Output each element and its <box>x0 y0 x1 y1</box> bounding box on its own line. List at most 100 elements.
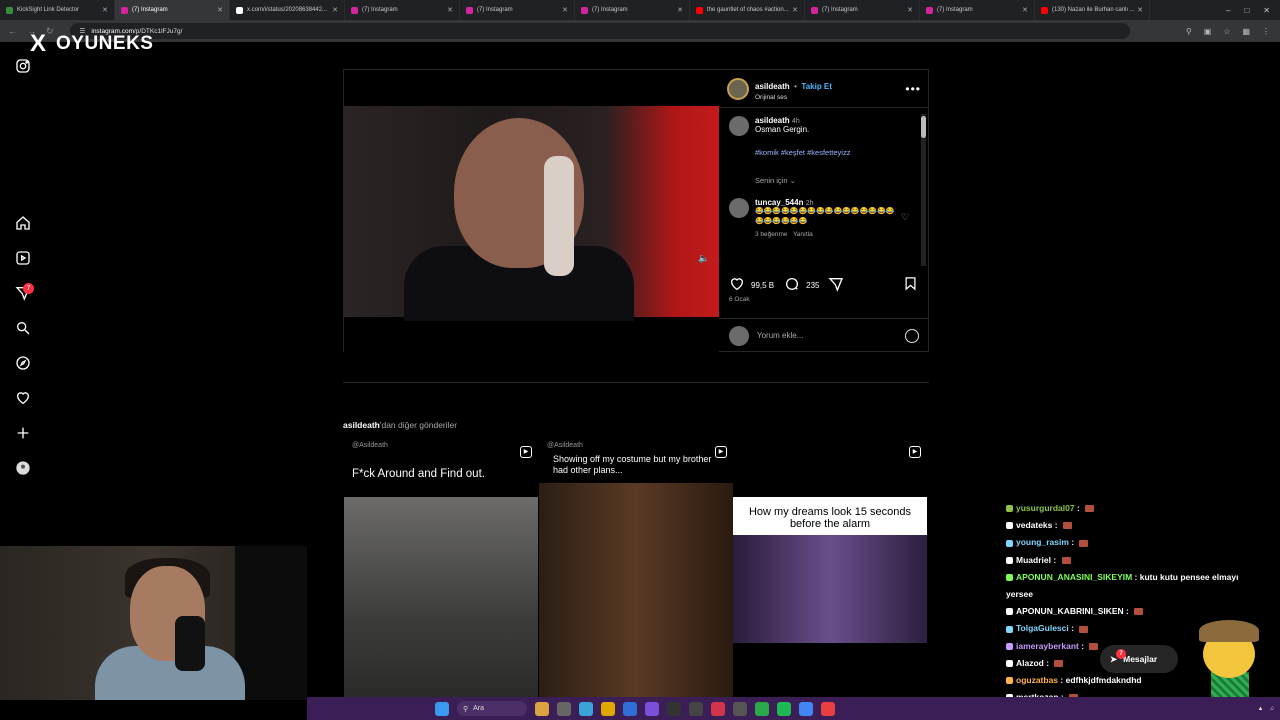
create-plus-icon[interactable] <box>13 423 33 443</box>
taskbar-app-icon[interactable] <box>535 701 549 716</box>
emoji-icon[interactable] <box>905 328 919 343</box>
like-icon[interactable] <box>729 276 745 294</box>
taskbar-app-icon[interactable] <box>755 701 769 716</box>
heart-icon[interactable] <box>13 388 33 408</box>
extensions-icon[interactable]: ▦ <box>1242 27 1250 36</box>
tab-close-icon[interactable]: ✕ <box>217 6 223 14</box>
taskbar-app-icon[interactable] <box>579 701 593 716</box>
home-icon[interactable] <box>13 213 33 233</box>
more-posts-user[interactable]: asildeath <box>343 420 380 430</box>
browser-tab[interactable]: (7) Instagram ✕ <box>115 0 230 20</box>
system-tray[interactable]: ▲ ♫ <box>1258 706 1280 712</box>
chrome-icon[interactable] <box>799 701 813 716</box>
chat-username[interactable]: Muadriel <box>1016 555 1051 565</box>
taskbar-app-icon[interactable] <box>689 701 703 716</box>
taskbar-app-icon[interactable] <box>733 701 747 716</box>
browser-tab[interactable]: (7) Instagram ✕ <box>920 0 1035 20</box>
browser-tab[interactable]: x.com/i/status/20208638442... ✕ <box>230 0 345 20</box>
comment-user[interactable]: tuncay_544n <box>755 198 803 207</box>
taskbar-app-icon[interactable] <box>645 701 659 716</box>
taskbar-app-icon[interactable] <box>623 701 637 716</box>
taskbar-search[interactable]: ⚲ Ara <box>457 701 527 716</box>
comment-count[interactable]: 235 <box>806 281 819 290</box>
save-bookmark-icon[interactable] <box>903 276 918 296</box>
more-post-thumbnail-2[interactable]: @Asildeath Showing off my costume but my… <box>539 440 733 700</box>
reels-icon[interactable] <box>13 248 33 268</box>
browser-tab[interactable]: KickSight Link Detector ✕ <box>0 0 115 20</box>
search-icon[interactable] <box>13 318 33 338</box>
tab-close-icon[interactable]: ✕ <box>907 6 913 14</box>
post-container: 🔈 asildeath • Takip Et Orijinal ses ••• … <box>343 69 929 352</box>
audio-label[interactable]: Orijinal ses <box>755 94 832 101</box>
share-icon[interactable] <box>828 276 844 294</box>
chat-username[interactable]: APONUN_ANASINI_SIKEYIM <box>1016 572 1132 582</box>
tab-title: (7) Instagram <box>822 7 858 13</box>
spotify-icon[interactable] <box>777 701 791 716</box>
comment-avatar[interactable] <box>729 198 749 218</box>
thumb-image <box>539 483 733 700</box>
file-explorer-icon[interactable] <box>601 701 615 716</box>
taskbar-app-icon[interactable] <box>711 701 725 716</box>
browser-tab[interactable]: (7) Instagram ✕ <box>575 0 690 20</box>
zoom-icon[interactable]: ⚲ <box>1186 27 1192 36</box>
follow-button[interactable]: Takip Et <box>801 82 832 91</box>
comment-likes[interactable]: 3 beğenme <box>755 231 788 238</box>
instagram-icon[interactable] <box>13 56 33 76</box>
tab-close-icon[interactable]: ✕ <box>332 6 338 14</box>
comment-sort[interactable]: Senin için ⌄ <box>755 176 945 185</box>
close-window-icon[interactable]: ✕ <box>1263 6 1270 15</box>
messages-button[interactable]: ➤ 7 Mesajlar <box>1100 645 1178 673</box>
tab-close-icon[interactable]: ✕ <box>562 6 568 14</box>
bookmark-star-icon[interactable]: ☆ <box>1223 27 1230 36</box>
tab-close-icon[interactable]: ✕ <box>447 6 453 14</box>
more-post-thumbnail-1[interactable]: @Asildeath F*ck Around and Find out. ▶ <box>344 440 538 700</box>
taskbar-app-icon[interactable] <box>821 701 835 716</box>
back-icon[interactable]: ← <box>8 26 17 37</box>
caption-author[interactable]: asildeath <box>755 116 790 125</box>
explore-icon[interactable] <box>13 353 33 373</box>
windows-start-icon[interactable] <box>435 701 449 716</box>
profile-avatar-icon[interactable] <box>13 458 33 478</box>
comment-icon[interactable] <box>784 276 800 294</box>
volume-icon[interactable]: 🔈 <box>698 253 709 264</box>
taskbar-app-icon[interactable] <box>557 701 571 716</box>
tab-close-icon[interactable]: ✕ <box>792 6 798 14</box>
minimize-icon[interactable]: – <box>1226 6 1230 15</box>
chat-username[interactable]: young_rasim <box>1016 537 1069 547</box>
browser-tab[interactable]: (7) Instagram ✕ <box>805 0 920 20</box>
caption-avatar[interactable] <box>729 116 749 136</box>
browser-tab[interactable]: (7) Instagram ✕ <box>460 0 575 20</box>
chat-username[interactable]: APONUN_KABRINI_SIKEN <box>1016 606 1124 616</box>
comment-like-icon[interactable]: ♡ <box>901 212 909 238</box>
more-post-thumbnail-3[interactable]: How my dreams look 15 seconds before the… <box>733 440 927 700</box>
hashtags[interactable]: #komik #keşfet #kesfetteyizz <box>755 148 850 157</box>
tab-close-icon[interactable]: ✕ <box>102 6 108 14</box>
comments-scrollbar[interactable] <box>921 114 926 266</box>
tab-close-icon[interactable]: ✕ <box>1137 6 1143 14</box>
url-field[interactable]: ☰ instagram.com/p/DTKc1lFJu7g/ <box>69 23 1130 39</box>
more-options-icon[interactable]: ••• <box>905 82 921 96</box>
tab-close-icon[interactable]: ✕ <box>1022 6 1028 14</box>
chat-username[interactable]: iamerayberkant <box>1016 641 1079 651</box>
author-username[interactable]: asildeath <box>755 82 790 91</box>
menu-icon[interactable]: ⋮ <box>1262 27 1270 36</box>
video-player[interactable]: 🔈 <box>344 70 719 352</box>
post-side-panel: asildeath • Takip Et Orijinal ses ••• as… <box>719 70 929 352</box>
chat-username[interactable]: Alazod <box>1016 658 1044 668</box>
reply-button[interactable]: Yanıtla <box>793 231 813 238</box>
tab-favicon-icon <box>696 6 703 14</box>
chat-username[interactable]: oguzatbas <box>1016 675 1058 685</box>
comment-input[interactable] <box>757 331 897 340</box>
maximize-icon[interactable]: □ <box>1244 6 1249 15</box>
taskbar-app-icon[interactable] <box>667 701 681 716</box>
like-count[interactable]: 99,5 B <box>751 281 774 290</box>
browser-tab[interactable]: the gauntlet of chaos #action... ✕ <box>690 0 805 20</box>
chat-username[interactable]: TolgaGulesci <box>1016 623 1069 633</box>
chat-username[interactable]: yusurgurdal07 <box>1016 503 1075 513</box>
chat-username[interactable]: vedateks <box>1016 520 1052 530</box>
browser-tab[interactable]: (7) Instagram ✕ <box>345 0 460 20</box>
browser-tab[interactable]: (130) Nazan ile Burhan canlı ... ✕ <box>1035 0 1150 20</box>
tab-close-icon[interactable]: ✕ <box>677 6 683 14</box>
author-avatar[interactable] <box>727 77 749 100</box>
cast-icon[interactable]: ▣ <box>1204 27 1212 36</box>
